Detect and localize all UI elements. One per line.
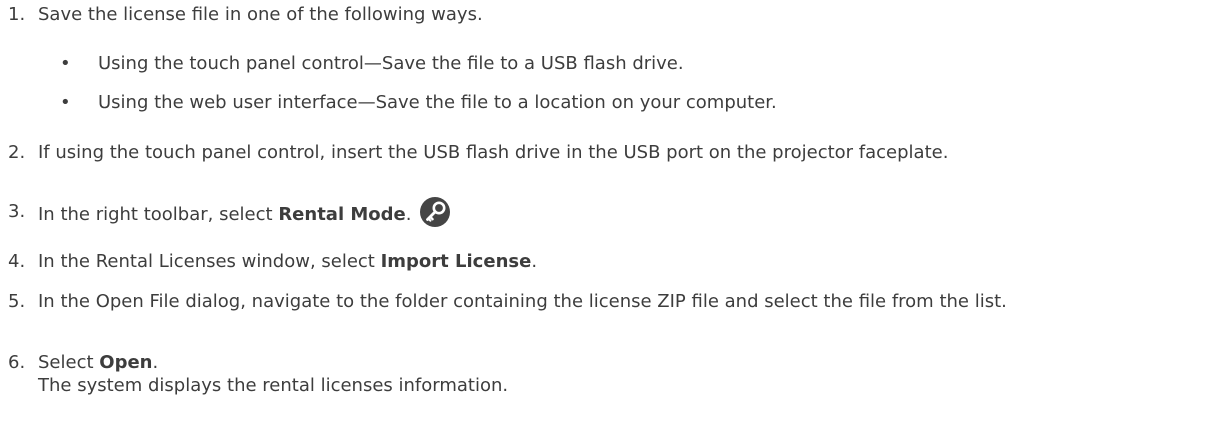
bullet-text: Using the touch panel control—Save the f… — [98, 53, 684, 74]
ui-label-import-license: Import License — [380, 251, 532, 272]
step-text: If using the touch panel control, insert… — [38, 142, 949, 163]
step-text-pre: Select — [38, 352, 100, 373]
step-number: 6. — [8, 352, 26, 373]
step-number: 1. — [8, 4, 26, 25]
bullet-text: Using the web user interface—Save the fi… — [98, 92, 777, 113]
ui-label-open: Open — [99, 352, 153, 373]
ui-label-rental-mode: Rental Mode — [278, 204, 406, 225]
bullet-dot: • — [60, 53, 71, 74]
step-text-post: . — [405, 204, 412, 225]
key-icon — [419, 197, 450, 227]
step-number: 2. — [8, 142, 26, 163]
step-text-post: . — [152, 352, 159, 373]
step-text-pre: In the right toolbar, select — [38, 204, 279, 225]
step-result: The system displays the rental licenses … — [38, 375, 509, 396]
step-number: 5. — [8, 291, 26, 312]
step-text: In the Open File dialog, navigate to the… — [38, 291, 1007, 312]
step-text: Select Open. The system displays the rent… — [38, 351, 1188, 397]
step-text: In the Rental Licenses window, select Im… — [38, 250, 1188, 273]
step-number: 4. — [8, 251, 26, 272]
step-text-pre: In the Rental Licenses window, select — [38, 251, 381, 272]
step-text: Save the license file in one of the foll… — [38, 4, 483, 25]
step-text: In the right toolbar, select Rental Mode… — [38, 197, 1188, 230]
step-text-post: . — [531, 251, 538, 272]
bullet-dot: • — [60, 92, 71, 113]
step-number: 3. — [8, 201, 26, 222]
